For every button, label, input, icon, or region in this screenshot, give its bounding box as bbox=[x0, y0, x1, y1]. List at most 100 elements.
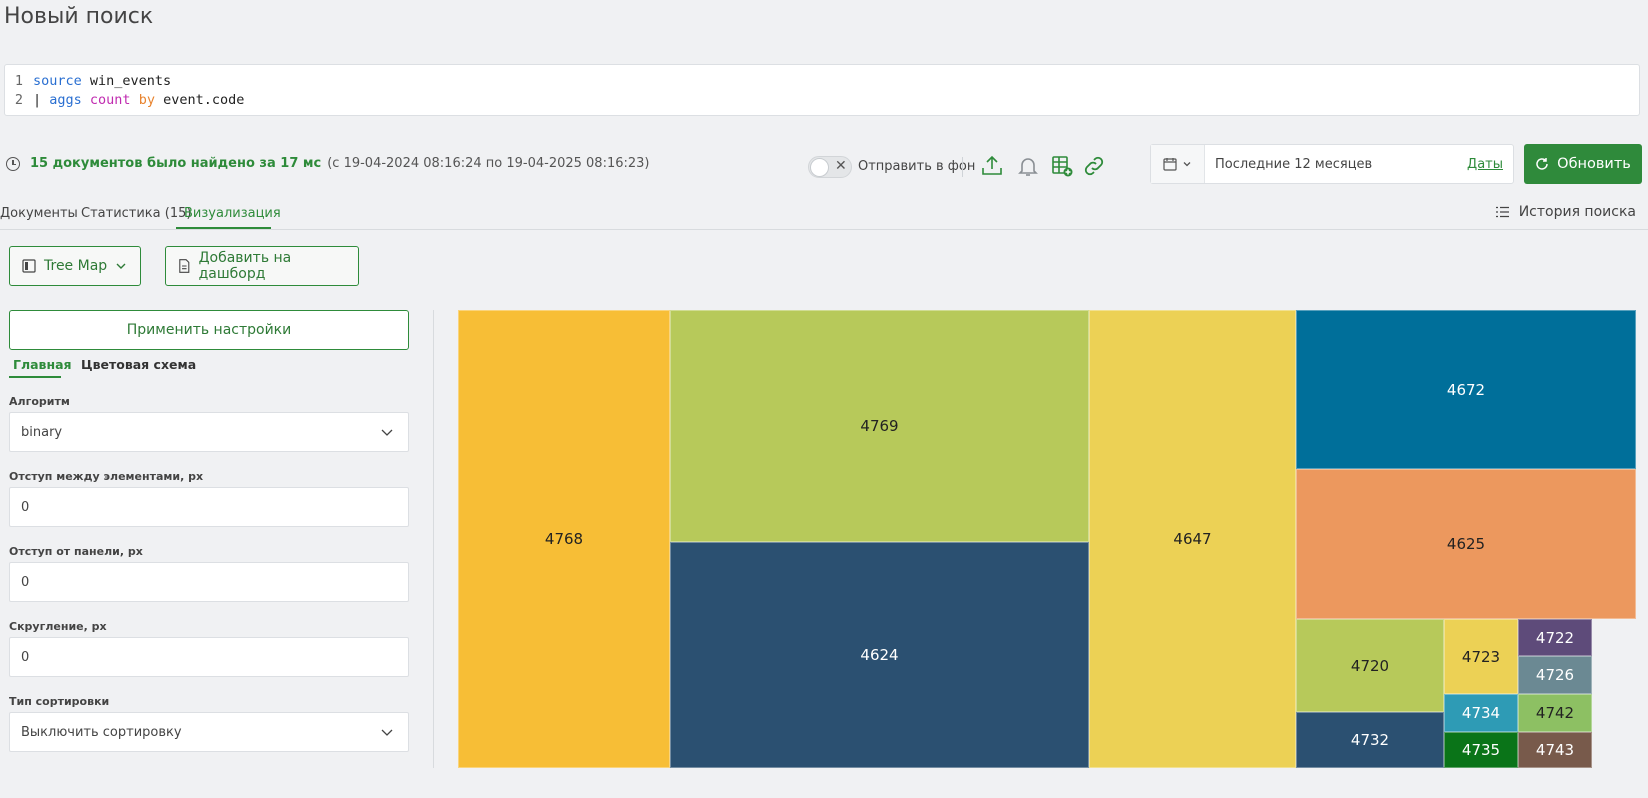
viz-type-label: Tree Map bbox=[44, 258, 108, 274]
treemap-tile[interactable]: 4735 bbox=[1444, 732, 1518, 768]
code-token: event.code bbox=[154, 91, 245, 108]
code-token: count bbox=[89, 91, 131, 108]
active-tab-indicator bbox=[176, 227, 271, 229]
result-tabs: Документы Статистика (15) Визуализация И… bbox=[0, 200, 1648, 230]
code-line[interactable]: 2 | aggs count by event.code bbox=[5, 90, 1639, 109]
add-table-icon[interactable] bbox=[1048, 152, 1076, 180]
subtab-indicator bbox=[9, 376, 61, 378]
calendar-icon bbox=[1163, 158, 1177, 171]
treemap-label: 4672 bbox=[1446, 380, 1486, 399]
date-range-picker[interactable]: Последние 12 месяцев Даты bbox=[1150, 144, 1514, 184]
padding-input[interactable]: 0 bbox=[9, 487, 409, 527]
algorithm-label: Алгоритм bbox=[9, 395, 70, 408]
time-range-text: (с 19-04-2024 08:16:24 по 19-04-2025 08:… bbox=[327, 156, 650, 171]
treemap-label: 4735 bbox=[1461, 741, 1501, 759]
chevron-down-icon bbox=[116, 263, 126, 269]
treemap-label: 4720 bbox=[1350, 656, 1390, 675]
search-history-button[interactable]: История поиска bbox=[1495, 204, 1636, 220]
treemap-label: 4742 bbox=[1535, 704, 1575, 722]
panel-padding-input[interactable]: 0 bbox=[9, 562, 409, 602]
document-icon bbox=[179, 259, 190, 273]
found-count: 15 документов было найдено за 17 мс bbox=[30, 156, 322, 171]
search-status: 15 документов было найдено за 17 мс (с 1… bbox=[6, 156, 650, 171]
page-title: Новый поиск bbox=[4, 4, 154, 29]
treemap-tile[interactable]: 4732 bbox=[1296, 712, 1444, 768]
radius-label: Скругление, px bbox=[9, 620, 107, 633]
treemap-label: 4722 bbox=[1535, 628, 1575, 647]
panel-padding-value: 0 bbox=[21, 574, 30, 590]
date-range-text: Последние 12 месяцев bbox=[1215, 156, 1373, 172]
treemap-label: 4624 bbox=[860, 646, 899, 664]
treemap-tile[interactable]: 4742 bbox=[1518, 694, 1592, 732]
list-icon bbox=[1495, 206, 1509, 218]
treemap-tile[interactable]: 4720 bbox=[1296, 619, 1444, 712]
refresh-icon bbox=[1536, 158, 1548, 170]
refresh-button[interactable]: Обновить bbox=[1524, 144, 1642, 184]
radius-value: 0 bbox=[21, 649, 30, 665]
background-toggle[interactable]: ✕ bbox=[808, 156, 852, 178]
panel-divider bbox=[433, 310, 434, 768]
send-background-label: Отправить в фон bbox=[858, 159, 976, 174]
treemap-tile[interactable]: 4723 bbox=[1444, 619, 1518, 694]
treemap-chart: 4768 4769 4624 4647 4672 4625 4720 4732 4723 4734… bbox=[458, 310, 1636, 768]
treemap-tile[interactable]: 4743 bbox=[1518, 732, 1592, 768]
treemap-tile[interactable]: 4768 bbox=[458, 310, 670, 768]
treemap-tile[interactable]: 4722 bbox=[1518, 619, 1592, 656]
treemap-tile[interactable]: 4625 bbox=[1296, 469, 1636, 619]
divider bbox=[962, 157, 963, 177]
add-to-dashboard-button[interactable]: Добавить на дашборд bbox=[165, 246, 359, 286]
sort-value: Выключить сортировку bbox=[21, 724, 182, 740]
treemap-tile[interactable]: 4734 bbox=[1444, 694, 1518, 732]
treemap-tile[interactable]: 4624 bbox=[670, 542, 1089, 768]
close-icon: ✕ bbox=[835, 158, 847, 174]
export-icon[interactable] bbox=[978, 152, 1006, 180]
treemap-label: 4732 bbox=[1350, 731, 1390, 749]
line-number: 2 bbox=[14, 91, 23, 108]
bell-icon[interactable] bbox=[1014, 152, 1042, 180]
query-editor[interactable]: 1 source win_events 2 | aggs count by event… bbox=[4, 64, 1640, 116]
search-history-label: История поиска bbox=[1518, 204, 1636, 220]
dates-link[interactable]: Даты bbox=[1467, 157, 1513, 172]
code-token: by bbox=[138, 91, 155, 108]
tab-visualization[interactable]: Визуализация bbox=[184, 206, 281, 221]
treemap-label: 4769 bbox=[860, 417, 899, 435]
subtab-color-scheme[interactable]: Цветовая схема bbox=[81, 357, 196, 372]
treemap-tile[interactable]: 4672 bbox=[1296, 310, 1636, 469]
algorithm-select[interactable]: binary bbox=[9, 412, 409, 452]
radius-input[interactable]: 0 bbox=[9, 637, 409, 677]
tab-stats[interactable]: Статистика (15) bbox=[81, 206, 191, 221]
apply-settings-button[interactable]: Применить настройки bbox=[9, 310, 409, 350]
sort-label: Тип сортировки bbox=[9, 695, 110, 708]
line-number: 1 bbox=[14, 72, 23, 89]
toggle-knob bbox=[810, 158, 829, 177]
chevron-down-icon bbox=[1183, 162, 1191, 167]
code-token: source bbox=[33, 72, 82, 89]
treemap-label: 4647 bbox=[1173, 530, 1212, 548]
chevron-down-icon bbox=[381, 729, 393, 736]
code-line[interactable]: 1 source win_events bbox=[5, 71, 1639, 90]
treemap-label: 4768 bbox=[544, 530, 584, 548]
link-icon[interactable] bbox=[1080, 152, 1108, 180]
treemap-label: 4734 bbox=[1461, 704, 1501, 722]
chevron-down-icon bbox=[381, 429, 393, 436]
padding-label: Отступ между элементами, px bbox=[9, 470, 204, 483]
treemap-tile[interactable]: 4647 bbox=[1089, 310, 1296, 768]
clock-icon bbox=[6, 156, 20, 171]
tab-documents[interactable]: Документы bbox=[0, 206, 78, 221]
code-token: win_events bbox=[81, 72, 172, 89]
treemap-label: 4723 bbox=[1461, 647, 1501, 666]
code-token: aggs bbox=[49, 91, 82, 108]
treemap-label: 4743 bbox=[1535, 741, 1575, 759]
sort-select[interactable]: Выключить сортировку bbox=[9, 712, 409, 752]
treemap-tile[interactable]: 4769 bbox=[670, 310, 1089, 542]
padding-value: 0 bbox=[21, 499, 30, 515]
viz-type-dropdown[interactable]: Tree Map bbox=[9, 246, 141, 286]
treemap-tile[interactable]: 4726 bbox=[1518, 656, 1592, 694]
code-token: | bbox=[33, 91, 50, 108]
panel-icon bbox=[22, 259, 36, 273]
algorithm-value: binary bbox=[21, 424, 63, 440]
calendar-dropdown[interactable] bbox=[1151, 145, 1205, 183]
subtab-main[interactable]: Главная bbox=[13, 357, 72, 372]
